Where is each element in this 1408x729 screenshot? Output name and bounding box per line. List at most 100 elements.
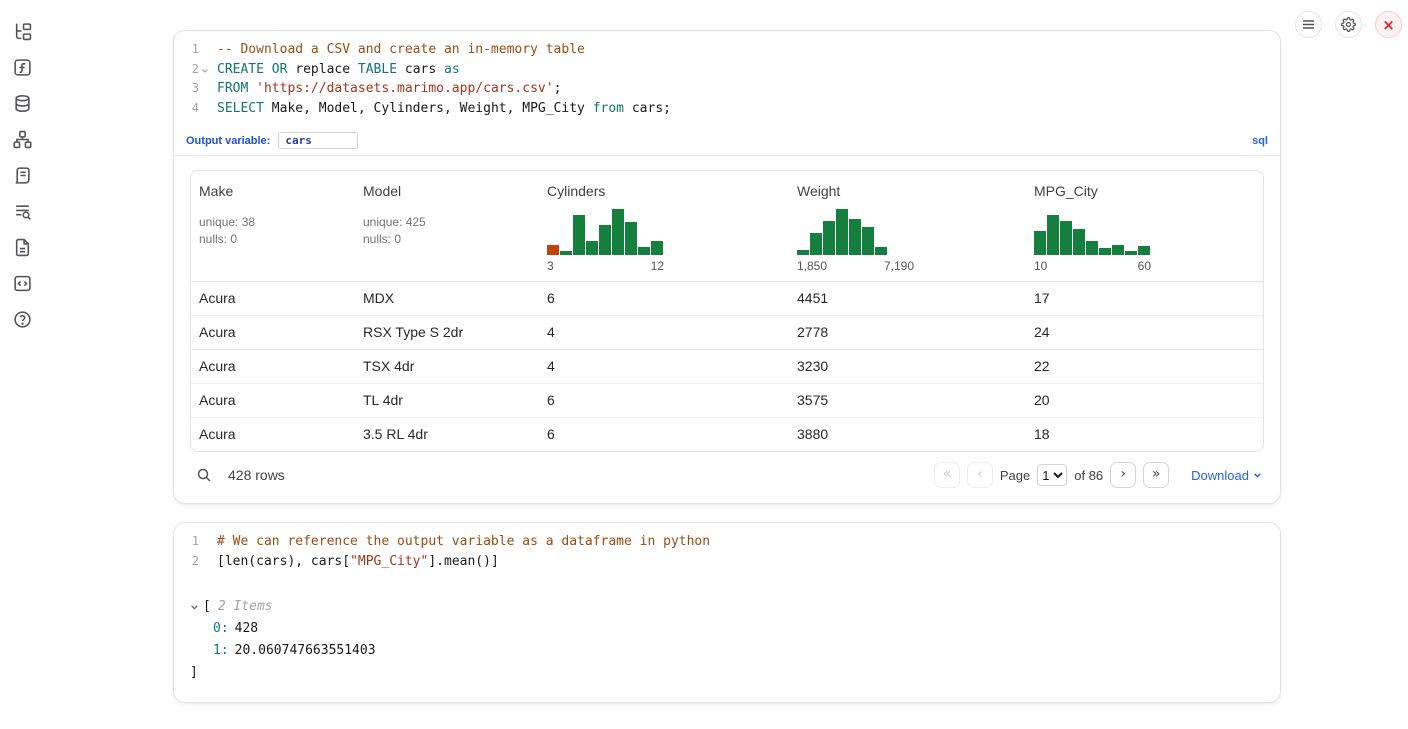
open-bracket: [: [203, 596, 211, 618]
column-name: Weight: [797, 183, 1018, 199]
window-controls: ×: [1295, 11, 1402, 38]
table-cell: 2778: [789, 316, 1026, 349]
python-code-editor[interactable]: 1# We can reference the output variable …: [174, 523, 1280, 581]
first-page-button[interactable]: «: [934, 462, 960, 488]
column-histogram[interactable]: [547, 207, 781, 255]
column-header[interactable]: MPG_City 1060: [1026, 171, 1263, 281]
download-label: Download: [1191, 468, 1249, 483]
settings-button[interactable]: [1335, 11, 1362, 38]
histogram-bar[interactable]: [638, 247, 650, 255]
page-label: Page: [1000, 468, 1030, 483]
column-header[interactable]: Modelunique: 425nulls: 0: [355, 171, 539, 281]
line-number: 3: [174, 79, 210, 99]
line-number: 1: [174, 40, 210, 60]
histogram-bar[interactable]: [586, 241, 598, 255]
table-cell: 3575: [789, 384, 1026, 417]
sidebar-help-button[interactable]: [13, 310, 32, 329]
table-cell: 3880: [789, 418, 1026, 451]
histogram-bar[interactable]: [1086, 241, 1098, 255]
histogram-bar[interactable]: [612, 209, 624, 255]
column-header[interactable]: Weight1,8507,190: [789, 171, 1026, 281]
tree-entry-key: 1:: [213, 643, 229, 658]
close-button[interactable]: ×: [1375, 11, 1402, 38]
histogram-range: 1060: [1034, 259, 1151, 273]
chevron-down-icon: [1253, 471, 1262, 480]
sidebar-snippets-button[interactable]: [13, 274, 32, 293]
search-button[interactable]: [192, 463, 216, 487]
histogram-bar[interactable]: [1125, 251, 1137, 255]
table-cell: 24: [1026, 316, 1263, 349]
code-square-icon: [13, 274, 32, 293]
items-count: 2 Items: [218, 596, 273, 618]
prev-page-button[interactable]: ‹: [967, 462, 993, 488]
table-cell: 18: [1026, 418, 1263, 451]
histogram-bar[interactable]: [573, 215, 585, 255]
table-cell: 3.5 RL 4dr: [355, 418, 539, 451]
page-select[interactable]: 1: [1037, 464, 1067, 486]
last-page-button[interactable]: »: [1143, 462, 1169, 488]
table-cell: TSX 4dr: [355, 350, 539, 383]
tree-entry-value: 20.060747663551403: [235, 643, 376, 658]
histogram-bar[interactable]: [836, 209, 848, 255]
next-page-button[interactable]: ›: [1110, 462, 1136, 488]
histogram-bar[interactable]: [560, 251, 572, 255]
histogram-bar[interactable]: [599, 225, 611, 255]
language-badge: sql: [1252, 135, 1268, 147]
table-cell: MDX: [355, 282, 539, 315]
table-cell: 4: [539, 350, 789, 383]
histogram-bar[interactable]: [862, 227, 874, 255]
table-row: Acura3.5 RL 4dr6388018: [191, 418, 1263, 451]
table-cell: 6: [539, 384, 789, 417]
histogram-bar[interactable]: [1060, 221, 1072, 255]
histogram-bar[interactable]: [797, 250, 809, 255]
histogram-bar[interactable]: [1073, 229, 1085, 255]
menu-button[interactable]: [1295, 11, 1322, 38]
database-icon: [13, 94, 32, 113]
histogram-bar[interactable]: [1138, 246, 1150, 255]
histogram-bar[interactable]: [810, 233, 822, 255]
histogram-bar[interactable]: [547, 245, 559, 255]
histogram-bar[interactable]: [625, 222, 637, 255]
column-header[interactable]: Cylinders312: [539, 171, 789, 281]
download-button[interactable]: Download: [1191, 468, 1262, 483]
table-cell: Acura: [191, 316, 355, 349]
sidebar-documentation-button[interactable]: [13, 238, 32, 257]
code-line: 1-- Download a CSV and create an in-memo…: [174, 40, 1280, 60]
column-name: Make: [199, 183, 347, 199]
tree-close: ]: [190, 662, 1264, 684]
table-cell: 6: [539, 282, 789, 315]
line-number: 4: [174, 99, 210, 119]
helper-sidebar: [0, 0, 44, 729]
histogram-bar[interactable]: [1112, 245, 1124, 255]
sidebar-file-tree-button[interactable]: [13, 22, 32, 41]
scroll-icon: [13, 166, 32, 185]
column-histogram[interactable]: [1034, 207, 1255, 255]
histogram-bar[interactable]: [1099, 248, 1111, 255]
column-name: Cylinders: [547, 183, 781, 199]
sql-code-editor[interactable]: 1-- Download a CSV and create an in-memo…: [174, 31, 1280, 128]
histogram-bar[interactable]: [651, 241, 663, 255]
histogram-bar[interactable]: [849, 219, 861, 255]
column-stats: unique: 38nulls: 0: [199, 214, 347, 248]
histogram-bar[interactable]: [1047, 215, 1059, 255]
tree-root[interactable]: [ 2 Items: [190, 596, 1264, 618]
column-name: MPG_City: [1034, 183, 1255, 199]
sidebar-functions-button[interactable]: [13, 58, 32, 77]
histogram-bar[interactable]: [875, 247, 887, 255]
fold-caret-icon[interactable]: [199, 67, 210, 75]
histogram-bar[interactable]: [1034, 231, 1046, 255]
sidebar-datasources-button[interactable]: [13, 94, 32, 113]
line-number: 2: [174, 60, 210, 80]
column-header[interactable]: Make unique: 38nulls: 0: [191, 171, 355, 281]
histogram-bar[interactable]: [823, 221, 835, 255]
line-number: 1: [174, 532, 210, 552]
sidebar-dependency-graph-button[interactable]: [13, 130, 32, 149]
column-histogram[interactable]: [797, 207, 1018, 255]
table-cell: 17: [1026, 282, 1263, 315]
sidebar-logs-button[interactable]: [13, 202, 32, 221]
sidebar-scratchpad-button[interactable]: [13, 166, 32, 185]
collapse-caret-icon[interactable]: [190, 603, 199, 612]
line-number: 2: [174, 552, 210, 572]
tree-entry-value: 428: [235, 621, 258, 636]
output-variable-input[interactable]: [278, 132, 358, 149]
